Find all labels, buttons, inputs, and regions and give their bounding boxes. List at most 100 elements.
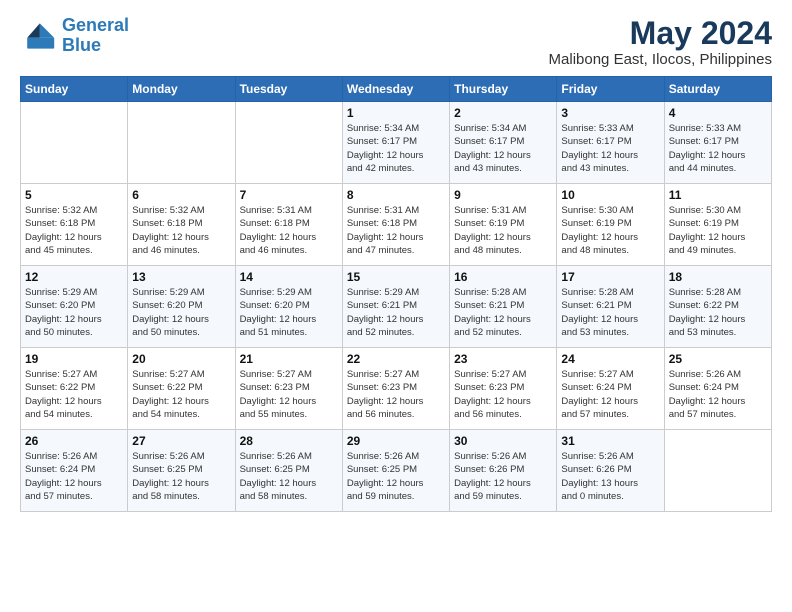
calendar-cell: 8 Sunrise: 5:31 AM Sunset: 6:18 PM Daylig… (342, 184, 449, 266)
day-info: Sunrise: 5:27 AM Sunset: 6:24 PM Dayligh… (561, 368, 659, 421)
calendar-cell: 7 Sunrise: 5:31 AM Sunset: 6:18 PM Daylig… (235, 184, 342, 266)
day-info: Sunrise: 5:29 AM Sunset: 6:20 PM Dayligh… (132, 286, 230, 339)
calendar-cell (235, 102, 342, 184)
calendar-cell: 15Sunrise: 5:29 AM Sunset: 6:21 PM Dayli… (342, 266, 449, 348)
calendar-cell: 18 Sunrise: 5:28 AM Sunset: 6:22 PM Dayli… (664, 266, 771, 348)
day-number: 11 (669, 188, 767, 202)
calendar-cell: 19Sunrise: 5:27 AM Sunset: 6:22 PM Dayli… (21, 348, 128, 430)
main-title: May 2024 (549, 16, 772, 51)
calendar-cell: 9 Sunrise: 5:31 AM Sunset: 6:19 PM Daylig… (450, 184, 557, 266)
day-number: 29 (347, 434, 445, 448)
calendar-week-4: 19 Sunrise: 5:27 AM Sunset: 6:22 PM Dayli… (21, 348, 772, 430)
day-info: Sunrise: 5:27 AM Sunset: 6:23 PM Dayligh… (240, 368, 338, 421)
day-info: Sunrise: 5:30 AM Sunset: 6:19 PM Dayligh… (669, 204, 767, 257)
day-number: 13 (132, 270, 230, 284)
day-number: 14 (240, 270, 338, 284)
day-info: Sunrise: 5:26 AM Sunset: 6:25 PM Dayligh… (347, 450, 445, 503)
calendar-body: 1 Sunrise: 5:34 AM Sunset: 6:17 PM Daylig… (21, 102, 772, 512)
calendar-cell: 26Sunrise: 5:26 AM Sunset: 6:24 PM Dayli… (21, 430, 128, 512)
calendar-cell: 4Sunrise: 5:33 AM Sunset: 6:17 PM Daylig… (664, 102, 771, 184)
day-info: Sunrise: 5:26 AM Sunset: 6:26 PM Dayligh… (454, 450, 552, 503)
day-number: 7 (240, 188, 338, 202)
day-number: 12 (25, 270, 123, 284)
calendar-cell: 20 Sunrise: 5:27 AM Sunset: 6:22 PM Dayli… (128, 348, 235, 430)
day-info: Sunrise: 5:30 AM Sunset: 6:19 PM Dayligh… (561, 204, 659, 257)
day-info: Sunrise: 5:28 AM Sunset: 6:22 PM Dayligh… (669, 286, 767, 339)
calendar-header: Sunday Monday Tuesday Wednesday Thursday… (21, 77, 772, 102)
subtitle: Malibong East, Ilocos, Philippines (549, 51, 772, 68)
day-number: 22 (347, 352, 445, 366)
calendar-cell: 13 Sunrise: 5:29 AM Sunset: 6:20 PM Dayli… (128, 266, 235, 348)
day-info: Sunrise: 5:29 AM Sunset: 6:20 PM Dayligh… (25, 286, 123, 339)
header-friday: Friday (557, 77, 664, 102)
day-info: Sunrise: 5:32 AM Sunset: 6:18 PM Dayligh… (132, 204, 230, 257)
day-number: 23 (454, 352, 552, 366)
calendar-table: Sunday Monday Tuesday Wednesday Thursday… (20, 76, 772, 512)
day-info: Sunrise: 5:28 AM Sunset: 6:21 PM Dayligh… (454, 286, 552, 339)
calendar-cell: 24Sunrise: 5:27 AM Sunset: 6:24 PM Dayli… (557, 348, 664, 430)
logo-line2: Blue (62, 35, 101, 55)
header-saturday: Saturday (664, 77, 771, 102)
calendar-cell: 2 Sunrise: 5:34 AM Sunset: 6:17 PM Daylig… (450, 102, 557, 184)
calendar-cell: 11 Sunrise: 5:30 AM Sunset: 6:19 PM Dayli… (664, 184, 771, 266)
day-info: Sunrise: 5:31 AM Sunset: 6:19 PM Dayligh… (454, 204, 552, 257)
day-number: 5 (25, 188, 123, 202)
calendar-cell: 27Sunrise: 5:26 AM Sunset: 6:25 PM Dayli… (128, 430, 235, 512)
header: General Blue May 2024 Malibong East, Ilo… (20, 16, 772, 68)
day-number: 2 (454, 106, 552, 120)
day-info: Sunrise: 5:26 AM Sunset: 6:25 PM Dayligh… (240, 450, 338, 503)
calendar-cell: 17 Sunrise: 5:28 AM Sunset: 6:21 PM Dayli… (557, 266, 664, 348)
day-info: Sunrise: 5:26 AM Sunset: 6:26 PM Dayligh… (561, 450, 659, 503)
day-number: 28 (240, 434, 338, 448)
calendar-cell: 21Sunrise: 5:27 AM Sunset: 6:23 PM Dayli… (235, 348, 342, 430)
header-tuesday: Tuesday (235, 77, 342, 102)
day-number: 20 (132, 352, 230, 366)
logo: General Blue (20, 16, 129, 56)
calendar-cell: 31Sunrise: 5:26 AM Sunset: 6:26 PM Dayli… (557, 430, 664, 512)
day-number: 19 (25, 352, 123, 366)
day-info: Sunrise: 5:31 AM Sunset: 6:18 PM Dayligh… (240, 204, 338, 257)
calendar-cell: 12 Sunrise: 5:29 AM Sunset: 6:20 PM Dayli… (21, 266, 128, 348)
day-number: 10 (561, 188, 659, 202)
page: General Blue May 2024 Malibong East, Ilo… (0, 0, 792, 612)
day-number: 25 (669, 352, 767, 366)
day-info: Sunrise: 5:27 AM Sunset: 6:22 PM Dayligh… (132, 368, 230, 421)
calendar-cell: 10 Sunrise: 5:30 AM Sunset: 6:19 PM Dayli… (557, 184, 664, 266)
header-sunday: Sunday (21, 77, 128, 102)
calendar-cell: 23 Sunrise: 5:27 AM Sunset: 6:23 PM Dayli… (450, 348, 557, 430)
day-info: Sunrise: 5:31 AM Sunset: 6:18 PM Dayligh… (347, 204, 445, 257)
day-number: 4 (669, 106, 767, 120)
day-number: 17 (561, 270, 659, 284)
day-number: 1 (347, 106, 445, 120)
day-number: 26 (25, 434, 123, 448)
day-number: 3 (561, 106, 659, 120)
calendar-cell: 5 Sunrise: 5:32 AM Sunset: 6:18 PM Daylig… (21, 184, 128, 266)
day-number: 9 (454, 188, 552, 202)
day-number: 30 (454, 434, 552, 448)
title-block: May 2024 Malibong East, Ilocos, Philippi… (549, 16, 772, 68)
calendar-cell: 30 Sunrise: 5:26 AM Sunset: 6:26 PM Dayli… (450, 430, 557, 512)
calendar-cell (664, 430, 771, 512)
header-wednesday: Wednesday (342, 77, 449, 102)
day-number: 18 (669, 270, 767, 284)
calendar-cell: 25Sunrise: 5:26 AM Sunset: 6:24 PM Dayli… (664, 348, 771, 430)
day-info: Sunrise: 5:32 AM Sunset: 6:18 PM Dayligh… (25, 204, 123, 257)
day-number: 8 (347, 188, 445, 202)
day-info: Sunrise: 5:26 AM Sunset: 6:25 PM Dayligh… (132, 450, 230, 503)
day-info: Sunrise: 5:29 AM Sunset: 6:20 PM Dayligh… (240, 286, 338, 339)
day-number: 16 (454, 270, 552, 284)
calendar-cell: 16 Sunrise: 5:28 AM Sunset: 6:21 PM Dayli… (450, 266, 557, 348)
day-info: Sunrise: 5:27 AM Sunset: 6:23 PM Dayligh… (454, 368, 552, 421)
header-thursday: Thursday (450, 77, 557, 102)
calendar-cell (21, 102, 128, 184)
calendar-cell: 6Sunrise: 5:32 AM Sunset: 6:18 PM Daylig… (128, 184, 235, 266)
calendar-week-1: 1 Sunrise: 5:34 AM Sunset: 6:17 PM Daylig… (21, 102, 772, 184)
logo-text: General Blue (62, 16, 129, 56)
day-info: Sunrise: 5:34 AM Sunset: 6:17 PM Dayligh… (454, 122, 552, 175)
day-info: Sunrise: 5:34 AM Sunset: 6:17 PM Dayligh… (347, 122, 445, 175)
calendar-cell: 14 Sunrise: 5:29 AM Sunset: 6:20 PM Dayli… (235, 266, 342, 348)
day-info: Sunrise: 5:28 AM Sunset: 6:21 PM Dayligh… (561, 286, 659, 339)
day-number: 15 (347, 270, 445, 284)
day-info: Sunrise: 5:33 AM Sunset: 6:17 PM Dayligh… (561, 122, 659, 175)
calendar-cell: 28 Sunrise: 5:26 AM Sunset: 6:25 PM Dayli… (235, 430, 342, 512)
